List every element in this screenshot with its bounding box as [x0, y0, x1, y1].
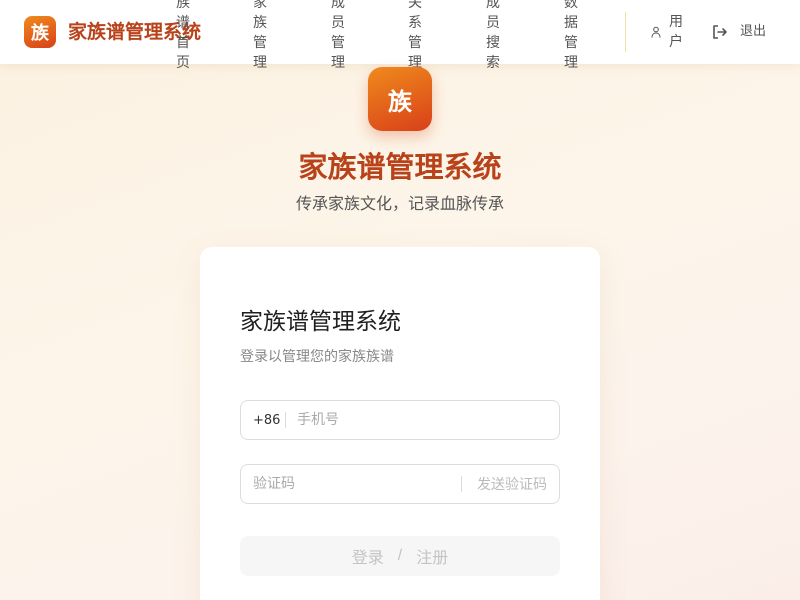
phone-field[interactable]: +86 [240, 400, 560, 440]
header-divider [625, 12, 626, 52]
nav-item-member-management[interactable]: 成员管理 [330, 0, 346, 73]
login-label: 登录 [351, 550, 384, 567]
nav-item-family-management[interactable]: 家族管理 [252, 0, 268, 73]
app-logo-char: 族 [31, 23, 49, 44]
user-icon[interactable] [651, 26, 661, 38]
login-register-separator: / [397, 547, 403, 564]
phone-input[interactable] [297, 401, 547, 439]
hero-logo-char: 族 [388, 87, 412, 116]
nav-item-member-search[interactable]: 成员搜索 [485, 0, 501, 73]
hero-title: 家族谱管理系统 [298, 150, 502, 184]
login-register-button[interactable]: 登录 / 注册 [240, 536, 560, 576]
nav-item-relation-management[interactable]: 关系管理 [407, 0, 423, 73]
logout-button[interactable]: 退出 [740, 24, 766, 40]
nav-item-genealogy-home[interactable]: 族谱首页 [175, 0, 191, 73]
phone-country-code[interactable]: +86 [253, 412, 280, 430]
top-header: 族 家族谱管理系统 族谱首页 家族管理 成员管理 关系管理 成员搜索 数据管理 … [0, 0, 800, 71]
send-code-separator [461, 476, 462, 492]
login-card: 家族谱管理系统 登录以管理您的家族族谱 +86 发送验证码 登录 / 注册 [200, 247, 600, 600]
logout-icon[interactable] [711, 23, 729, 41]
send-code-button[interactable]: 发送验证码 [477, 476, 547, 494]
verification-code-field[interactable]: 发送验证码 [240, 464, 560, 504]
login-card-title: 家族谱管理系统 [240, 309, 401, 335]
app-logo[interactable]: 族 [24, 16, 56, 48]
hero-logo: 族 [368, 67, 432, 131]
login-card-subtitle: 登录以管理您的家族族谱 [240, 349, 394, 365]
user-menu-label[interactable]: 用户 [669, 12, 685, 52]
phone-prefix-separator [285, 412, 286, 428]
verification-code-input[interactable] [253, 465, 453, 503]
nav-item-data-management[interactable]: 数据管理 [563, 0, 579, 73]
hero-subtitle: 传承家族文化，记录血脉传承 [295, 194, 504, 213]
register-label: 注册 [416, 550, 449, 567]
